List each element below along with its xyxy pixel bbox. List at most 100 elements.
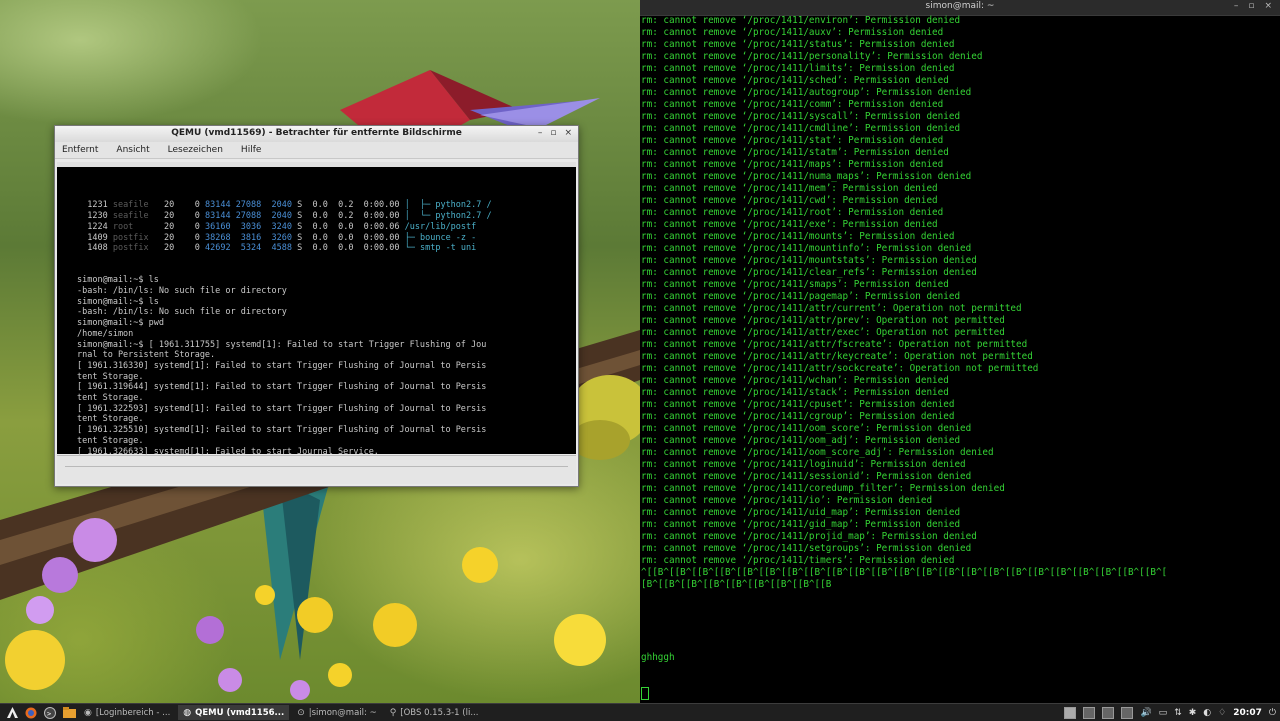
terminal-line: rm: cannot remove ‘/proc/1411/setgroups’… xyxy=(641,543,972,554)
workspace-2[interactable] xyxy=(1083,706,1096,719)
terminal-line: rm: cannot remove ‘/proc/1411/oom_adj’: … xyxy=(641,435,961,446)
vm-console: 1231 seafile 20 0 83144 27088 2040 S 0.0… xyxy=(77,179,567,500)
process-virt: 83144 xyxy=(204,200,236,211)
terminal-title: simon@mail: ~ xyxy=(925,1,995,11)
vm-display-frame: 1231 seafile 20 0 83144 27088 2040 S 0.0… xyxy=(57,162,576,478)
process-shr: 2040 xyxy=(266,200,298,211)
qemu-window-title: QEMU (vmd11569) - Betrachter für entfern… xyxy=(171,128,462,138)
process-res: 5324 xyxy=(235,243,267,254)
terminal-titlebar[interactable]: simon@mail: ~ – ▫ × xyxy=(640,0,1280,16)
qemu-viewer-window[interactable]: QEMU (vmd11569) - Betrachter für entfern… xyxy=(54,125,579,487)
vm-display[interactable]: 1231 seafile 20 0 83144 27088 2040 S 0.0… xyxy=(57,162,576,478)
menu-entfernt[interactable]: Entfernt xyxy=(62,145,98,155)
terminal-line: rm: cannot remove ‘/proc/1411/syscall’: … xyxy=(641,111,961,122)
task-list: ◉ [Loginbereich - ... ◍ QEMU (vmd1156... ⊙ |s… xyxy=(76,705,483,720)
workspace-3[interactable] xyxy=(1102,706,1115,719)
process-row: 1224 root 20 0 36160 3036 3240 S 0.0 0.0… xyxy=(77,222,567,233)
yellow-flower xyxy=(328,663,352,687)
process-cmd: ├─ bounce -z - xyxy=(404,232,477,243)
process-s: S xyxy=(297,211,313,222)
taskbar-task-obs[interactable]: ⚲ [OBS 0.15.3-1 (li... xyxy=(385,705,484,720)
power-icon[interactable]: ⏻ xyxy=(1269,708,1276,718)
process-cpu: 0.0 xyxy=(312,211,339,222)
process-cmd: └─ smtp -t uni xyxy=(404,243,477,254)
terminal-line: rm: cannot remove ‘/proc/1411/oom_score_… xyxy=(641,447,994,458)
close-button[interactable]: × xyxy=(564,128,572,138)
terminal-line: rm: cannot remove ‘/proc/1411/wchan’: Pe… xyxy=(641,375,949,386)
yellow-flower xyxy=(554,614,606,666)
taskbar-task-label: QEMU (vmd1156... xyxy=(195,707,285,718)
process-pr: 20 xyxy=(158,221,180,232)
qemu-titlebar[interactable]: QEMU (vmd11569) - Betrachter für entfern… xyxy=(55,126,578,142)
minimize-button[interactable]: – xyxy=(538,128,543,138)
terminal-line: rm: cannot remove ‘/proc/1411/stack’: Pe… xyxy=(641,387,949,398)
process-ni: 0 xyxy=(179,232,205,243)
app-menu-icon[interactable] xyxy=(5,706,19,719)
terminal-line: rm: cannot remove ‘/proc/1411/cgroup’: P… xyxy=(641,411,955,422)
taskbar-task-qemu[interactable]: ◍ QEMU (vmd1156... xyxy=(178,705,290,720)
process-pid: 1231 xyxy=(77,200,113,211)
terminal-line: rm: cannot remove ‘/proc/1411/mounts’: P… xyxy=(641,231,955,242)
svg-text:>: > xyxy=(47,710,51,718)
minimize-button[interactable]: – xyxy=(1234,1,1239,11)
console-line: simon@mail:~$ pwd xyxy=(77,318,164,329)
lightbulb-icon[interactable]: ♢ xyxy=(1218,708,1226,718)
vm-console-output: simon@mail:~$ ls -bash: /bin/ls: No such … xyxy=(77,275,567,478)
folder-launcher-icon[interactable] xyxy=(62,706,76,719)
taskbar-task-label: |simon@mail: ~ xyxy=(308,707,377,718)
process-res: 27088 xyxy=(235,200,267,211)
clock[interactable]: 20:07 xyxy=(1233,708,1262,718)
display-icon[interactable]: ▭ xyxy=(1159,708,1168,718)
process-pr: 20 xyxy=(158,243,180,254)
workspace-4[interactable] xyxy=(1121,706,1134,719)
process-user: postfix xyxy=(112,243,159,254)
terminal-line: rm: cannot remove ‘/proc/1411/maps’: Per… xyxy=(641,159,944,170)
menu-hilfe[interactable]: Hilfe xyxy=(241,145,261,155)
terminal-line: rm: cannot remove ‘/proc/1411/clear_refs… xyxy=(641,267,977,278)
taskbar-task-label: [Loginbereich - ... xyxy=(95,707,171,718)
purple-flower xyxy=(290,680,310,700)
terminal-line: rm: cannot remove ‘/proc/1411/mountstats… xyxy=(641,255,977,266)
process-user: postfix xyxy=(112,232,159,243)
terminal-launcher-icon[interactable]: > xyxy=(43,706,57,719)
network-icon[interactable]: ⇅ xyxy=(1174,708,1182,718)
taskbar-task-firefox[interactable]: ◉ [Loginbereich - ... xyxy=(79,705,175,720)
menu-lesezeichen[interactable]: Lesezeichen xyxy=(168,145,223,155)
console-line: simon@mail:~$ ls xyxy=(77,296,159,307)
process-cpu: 0.0 xyxy=(312,232,339,243)
terminal-line: rm: cannot remove ‘/proc/1411/personalit… xyxy=(641,51,983,62)
process-ni: 0 xyxy=(179,221,205,232)
process-time: 0:00.00 xyxy=(358,232,405,243)
yellow-flower xyxy=(255,585,275,605)
terminal-line: rm: cannot remove ‘/proc/1411/attr/sockc… xyxy=(641,363,1039,374)
console-line: [ 1961.319644] systemd[1]: Failed to sta… xyxy=(77,382,487,393)
workspace-1[interactable] xyxy=(1064,706,1077,719)
volume-icon[interactable]: 🔊 xyxy=(1140,708,1151,718)
process-mem: 0.2 xyxy=(338,200,359,211)
terminal-line: rm: cannot remove ‘/proc/1411/environ’: … xyxy=(641,15,961,26)
terminal-body[interactable]: rm: cannot remove ‘/proc/1411/environ’: … xyxy=(641,15,1280,703)
qemu-window-controls: – ▫ × xyxy=(538,128,572,138)
maximize-button[interactable]: ▫ xyxy=(550,128,556,138)
purple-flower xyxy=(73,518,117,562)
terminal-typed-text: ghhggh xyxy=(641,652,675,663)
menu-ansicht[interactable]: Ansicht xyxy=(116,145,149,155)
console-line: tent Storage. xyxy=(77,414,144,425)
close-button[interactable]: × xyxy=(1264,1,1272,11)
process-pid: 1230 xyxy=(77,211,113,222)
firefox-launcher-icon[interactable] xyxy=(24,706,38,719)
console-line: rnal to Persistent Storage. xyxy=(77,350,216,361)
terminal-output: rm: cannot remove ‘/proc/1411/environ’: … xyxy=(641,15,1280,591)
process-shr: 3240 xyxy=(266,221,298,232)
taskbar-task-label: [OBS 0.15.3-1 (li... xyxy=(400,707,479,718)
console-line: simon@mail:~$ [ 1961.311755] systemd[1]:… xyxy=(77,339,487,350)
process-mem: 0.0 xyxy=(338,232,359,243)
process-pr: 20 xyxy=(158,211,180,222)
maximize-button[interactable]: ▫ xyxy=(1248,1,1254,11)
terminal-line: rm: cannot remove ‘/proc/1411/loginuid’:… xyxy=(641,459,966,470)
process-s: S xyxy=(297,243,313,254)
taskbar-task-terminal[interactable]: ⊙ |simon@mail: ~ xyxy=(292,705,381,720)
bluetooth-icon[interactable]: ✱ xyxy=(1189,708,1197,718)
terminal-window[interactable]: simon@mail: ~ – ▫ × rm: cannot remove ‘/… xyxy=(640,0,1280,703)
notification-icon[interactable]: ◐ xyxy=(1203,708,1211,718)
